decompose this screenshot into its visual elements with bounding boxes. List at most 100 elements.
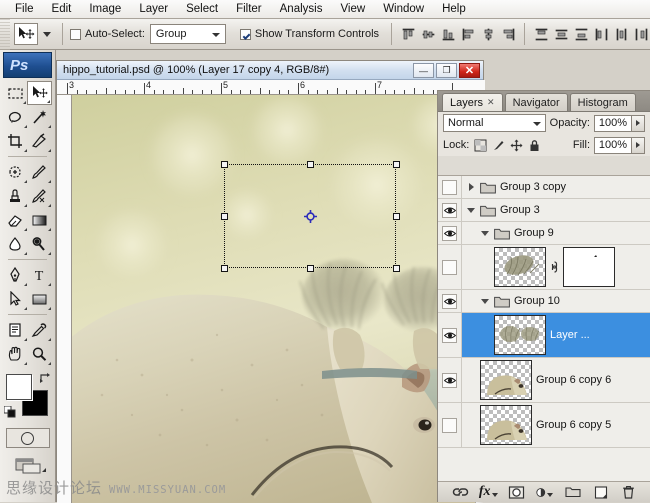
eyedropper-tool-icon[interactable] [28,318,53,342]
layer-row[interactable]: Group 6 copy 5 [438,403,650,448]
opacity-slider-arrow[interactable] [632,114,645,132]
show-transform-controls-checkbox[interactable] [239,28,251,40]
tool-flyout-triangle-icon[interactable] [21,338,27,341]
eye-hidden-icon[interactable] [442,179,457,195]
chevron-down-icon[interactable] [43,31,51,37]
lock-position-icon[interactable] [509,138,523,152]
eraser-tool-icon[interactable] [3,208,28,232]
gradient-tool-icon[interactable] [28,208,53,232]
distribute-horizontal-centers-icon[interactable] [612,24,630,44]
move-tool-icon[interactable] [27,81,52,105]
new-adjustment-layer-icon[interactable] [536,484,553,500]
align-bottom-edges-icon[interactable] [439,24,457,44]
tool-flyout-triangle-icon[interactable] [21,362,27,365]
blur-tool-icon[interactable] [3,232,28,256]
default-colors-icon[interactable] [3,405,16,418]
close-icon[interactable]: ✕ [487,97,495,108]
layer-visibility-toggle[interactable] [438,358,462,402]
layer-visibility-toggle[interactable] [438,290,462,312]
tab-layers[interactable]: Layers ✕ [442,93,503,111]
tool-flyout-triangle-icon[interactable] [45,204,51,207]
pen-tool-icon[interactable] [3,263,28,287]
notes-tool-icon[interactable] [3,318,28,342]
tool-flyout-triangle-icon[interactable] [20,101,27,104]
screen-mode-icon[interactable] [6,456,50,476]
layer-thumbnail[interactable] [494,315,546,355]
menu-item-analysis[interactable]: Analysis [271,0,332,18]
quick-mask-mode-icon[interactable] [5,428,50,448]
tool-flyout-triangle-icon[interactable] [21,180,27,183]
layer-visibility-toggle[interactable] [438,245,462,289]
transform-handle[interactable] [221,265,228,272]
tool-flyout-triangle-icon[interactable] [45,283,51,286]
menu-item-window[interactable]: Window [374,0,433,18]
auto-select-scope-dropdown[interactable]: Group [149,24,226,44]
minimize-button[interactable]: — [413,63,434,78]
tool-flyout-triangle-icon[interactable] [21,125,27,128]
lasso-tool-icon[interactable] [3,105,28,129]
tool-flyout-triangle-icon[interactable] [21,283,27,286]
tab-histogram[interactable]: Histogram [569,93,636,111]
layer-mask-link-icon[interactable] [550,259,559,275]
layer-visibility-toggle[interactable] [438,313,462,357]
horizontal-ruler[interactable]: 3 4 5 6 7 [57,80,485,95]
hand-tool-icon[interactable] [3,342,28,366]
twisty-expanded-icon[interactable] [480,296,490,306]
tool-flyout-triangle-icon[interactable] [45,362,51,365]
eye-hidden-icon[interactable] [442,259,457,275]
menu-item-layer[interactable]: Layer [130,0,177,18]
layer-group-row[interactable]: Group 3 copy [438,176,650,199]
menu-item-help[interactable]: Help [433,0,475,18]
path-selection-tool-icon[interactable] [3,287,28,311]
layer-visibility-toggle[interactable] [438,222,462,244]
transform-handle[interactable] [221,213,228,220]
tab-navigator[interactable]: Navigator [504,93,568,111]
close-button[interactable]: ✕ [459,63,480,78]
clone-stamp-tool-icon[interactable] [3,184,28,208]
add-layer-style-icon[interactable]: fx [479,484,498,500]
auto-select-checkbox[interactable] [70,28,81,40]
fill-input[interactable]: 100% [594,136,632,154]
slice-tool-icon[interactable] [28,129,53,153]
brush-tool-icon[interactable] [28,160,53,184]
align-top-edges-icon[interactable] [399,24,417,44]
dodge-tool-icon[interactable] [28,232,53,256]
menu-item-edit[interactable]: Edit [43,0,81,18]
layer-group-row[interactable]: Group 9 [438,222,650,245]
layer-row[interactable]: Layer ... [438,313,650,358]
magic-wand-tool-icon[interactable] [28,105,53,129]
tool-flyout-triangle-icon[interactable] [45,228,51,231]
align-vertical-centers-icon[interactable] [419,24,437,44]
layer-group-row[interactable]: Group 10 [438,290,650,313]
tool-flyout-triangle-icon[interactable] [44,100,50,103]
delete-layer-icon[interactable] [620,484,637,500]
layer-thumbnail[interactable] [480,360,532,400]
transform-handle[interactable] [221,161,228,168]
healing-brush-tool-icon[interactable] [3,160,28,184]
eye-hidden-icon[interactable] [442,417,457,433]
tool-flyout-triangle-icon[interactable] [21,228,27,231]
tool-flyout-triangle-icon[interactable] [45,252,51,255]
opacity-input[interactable]: 100% [594,114,632,132]
rectangular-marquee-tool-icon[interactable] [3,81,27,105]
menu-item-image[interactable]: Image [80,0,130,18]
tool-flyout-triangle-icon[interactable] [21,307,27,310]
layer-thumbnail[interactable] [494,247,546,287]
type-tool-icon[interactable]: T [28,263,53,287]
transform-handle[interactable] [393,213,400,220]
menu-item-filter[interactable]: Filter [227,0,271,18]
transform-handle[interactable] [307,161,314,168]
add-layer-mask-icon[interactable] [508,484,525,500]
swap-colors-icon[interactable] [39,372,51,387]
maximize-button[interactable]: ❐ [436,63,457,78]
menu-item-select[interactable]: Select [177,0,227,18]
foreground-color-swatch[interactable] [5,374,32,400]
lock-image-pixels-icon[interactable] [491,138,505,152]
rectangle-shape-tool-icon[interactable] [28,287,53,311]
layer-thumbnail[interactable] [480,405,532,445]
layer-group-row[interactable]: Group 3 [438,199,650,222]
transform-reference-point-icon[interactable] [304,210,317,223]
transform-handle[interactable] [393,265,400,272]
eye-icon[interactable] [442,327,457,343]
zoom-tool-icon[interactable] [28,342,53,366]
